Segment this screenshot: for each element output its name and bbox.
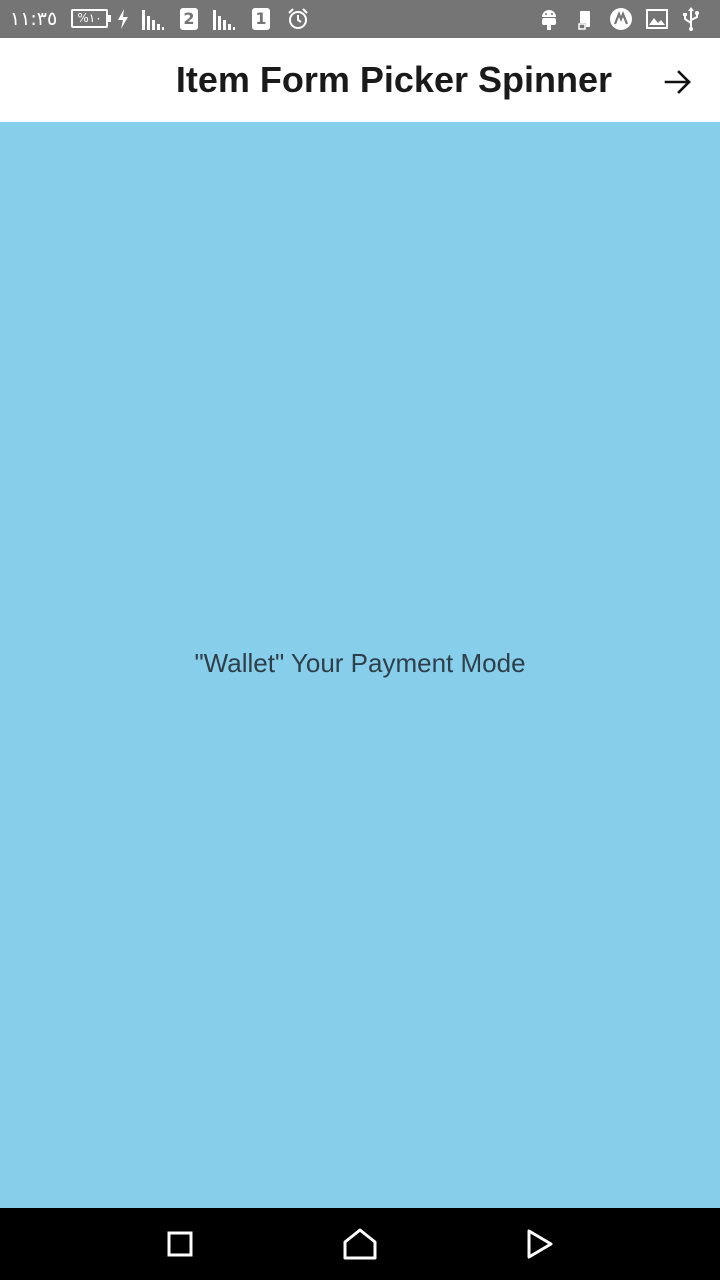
app-bar: Item Form Picker Spinner <box>0 38 720 122</box>
signal-icon <box>211 0 237 38</box>
arrow-right-icon[interactable] <box>652 56 704 108</box>
android-icon <box>537 0 561 38</box>
battery-icon: %١٠ <box>71 9 111 28</box>
navigation-bar <box>0 1208 720 1280</box>
recents-icon[interactable] <box>152 1218 208 1270</box>
charging-icon <box>114 0 132 38</box>
home-icon[interactable] <box>332 1218 388 1270</box>
app-icon <box>608 0 634 38</box>
back-icon[interactable] <box>512 1218 568 1270</box>
usb-icon <box>680 0 702 38</box>
signal-icon <box>140 0 166 38</box>
image-icon <box>645 0 669 38</box>
device-icon <box>575 0 595 38</box>
content-area: "Wallet" Your Payment Mode <box>0 122 720 1208</box>
sim-badge: 2 <box>179 0 199 38</box>
alarm-icon <box>286 0 310 38</box>
status-time: ١١:٣٥ <box>10 8 58 30</box>
page-title: Item Form Picker Spinner <box>175 59 612 100</box>
sim-badge: 1 <box>251 0 271 38</box>
status-bar: ١١:٣٥ %١٠ 2 1 <box>0 0 720 38</box>
payment-mode-label: "Wallet" Your Payment Mode <box>194 648 526 678</box>
